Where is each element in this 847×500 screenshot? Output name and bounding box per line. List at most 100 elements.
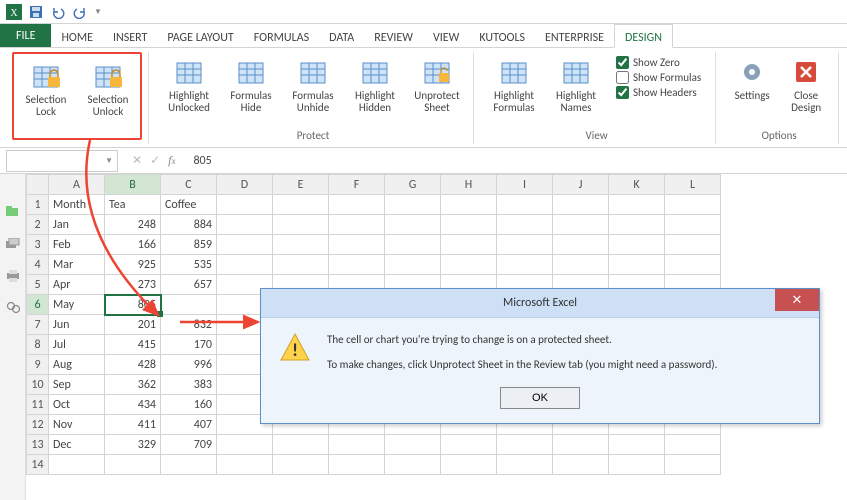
tab-data[interactable]: DATA [319, 24, 364, 47]
qat-dropdown-icon[interactable]: ▼ [94, 7, 102, 17]
ribbon-selection-lock-button[interactable]: SelectionLock [16, 56, 76, 120]
cell-H1[interactable] [441, 195, 497, 215]
cell-F1[interactable] [329, 195, 385, 215]
cell-A7[interactable]: Jun [49, 315, 105, 335]
cell-G14[interactable] [385, 455, 441, 475]
col-header-J[interactable]: J [553, 175, 609, 195]
tab-home[interactable]: HOME [51, 24, 103, 47]
cell-A10[interactable]: Sep [49, 375, 105, 395]
cell-J2[interactable] [553, 215, 609, 235]
cell-C7[interactable]: 832 [161, 315, 217, 335]
cell-C3[interactable]: 859 [161, 235, 217, 255]
dialog-titlebar[interactable]: Microsoft Excel ✕ [261, 289, 819, 317]
cell-G3[interactable] [385, 235, 441, 255]
row-header-12[interactable]: 12 [27, 415, 49, 435]
col-header-K[interactable]: K [609, 175, 665, 195]
row-header-14[interactable]: 14 [27, 455, 49, 475]
row-header-3[interactable]: 3 [27, 235, 49, 255]
cell-D3[interactable] [217, 235, 273, 255]
tab-kutools[interactable]: KUTOOLS [469, 24, 535, 47]
cell-G2[interactable] [385, 215, 441, 235]
cell-A1[interactable]: Month [49, 195, 105, 215]
cell-J1[interactable] [553, 195, 609, 215]
cell-A3[interactable]: Feb [49, 235, 105, 255]
cell-K2[interactable] [609, 215, 665, 235]
cell-J14[interactable] [553, 455, 609, 475]
cell-C6[interactable] [161, 295, 217, 315]
row-header-2[interactable]: 2 [27, 215, 49, 235]
cell-C14[interactable] [161, 455, 217, 475]
cell-E14[interactable] [273, 455, 329, 475]
checkbox[interactable] [616, 86, 629, 99]
cell-C11[interactable]: 160 [161, 395, 217, 415]
select-all-corner[interactable] [27, 175, 49, 195]
check-show-formulas[interactable]: Show Formulas [616, 71, 701, 84]
cell-B5[interactable]: 273 [105, 275, 161, 295]
cell-G4[interactable] [385, 255, 441, 275]
row-header-6[interactable]: 6 [27, 295, 49, 315]
cell-L14[interactable] [665, 455, 721, 475]
cell-F14[interactable] [329, 455, 385, 475]
row-header-4[interactable]: 4 [27, 255, 49, 275]
row-header-7[interactable]: 7 [27, 315, 49, 335]
col-header-I[interactable]: I [497, 175, 553, 195]
ribbon-selection-unlock-button[interactable]: SelectionUnlock [78, 56, 138, 120]
redo-icon[interactable] [72, 4, 88, 20]
ribbon-close-design-button[interactable]: CloseDesign [780, 52, 832, 116]
cell-I4[interactable] [497, 255, 553, 275]
cell-G13[interactable] [385, 435, 441, 455]
cell-B9[interactable]: 428 [105, 355, 161, 375]
ribbon-unprotect-sheet-button[interactable]: UnprotectSheet [407, 52, 467, 116]
tab-file[interactable]: FILE [0, 24, 51, 47]
cell-J13[interactable] [553, 435, 609, 455]
check-show-zero[interactable]: Show Zero [616, 56, 701, 69]
col-header-G[interactable]: G [385, 175, 441, 195]
cell-B7[interactable]: 201 [105, 315, 161, 335]
cell-L3[interactable] [665, 235, 721, 255]
cell-I13[interactable] [497, 435, 553, 455]
cell-F3[interactable] [329, 235, 385, 255]
col-header-A[interactable]: A [49, 175, 105, 195]
cell-K4[interactable] [609, 255, 665, 275]
cell-A8[interactable]: Jul [49, 335, 105, 355]
cell-H13[interactable] [441, 435, 497, 455]
cell-E3[interactable] [273, 235, 329, 255]
name-box[interactable]: ▼ [6, 150, 118, 172]
cell-E4[interactable] [273, 255, 329, 275]
cell-B13[interactable]: 329 [105, 435, 161, 455]
cell-I2[interactable] [497, 215, 553, 235]
cell-H3[interactable] [441, 235, 497, 255]
cell-H14[interactable] [441, 455, 497, 475]
cell-F13[interactable] [329, 435, 385, 455]
cell-D14[interactable] [217, 455, 273, 475]
cancel-icon[interactable]: ✕ [132, 153, 142, 168]
col-header-H[interactable]: H [441, 175, 497, 195]
cell-A5[interactable]: Apr [49, 275, 105, 295]
tab-formulas[interactable]: FORMULAS [244, 24, 319, 47]
ok-button[interactable]: OK [500, 387, 580, 409]
sidetool-print-icon[interactable] [5, 268, 21, 284]
cell-B3[interactable]: 166 [105, 235, 161, 255]
col-header-E[interactable]: E [273, 175, 329, 195]
row-header-5[interactable]: 5 [27, 275, 49, 295]
cell-C4[interactable]: 535 [161, 255, 217, 275]
chevron-down-icon[interactable]: ▼ [105, 156, 113, 166]
ribbon-formulas-hide-button[interactable]: FormulasHide [221, 52, 281, 116]
col-header-D[interactable]: D [217, 175, 273, 195]
row-header-1[interactable]: 1 [27, 195, 49, 215]
cell-A6[interactable]: May [49, 295, 105, 315]
cell-E13[interactable] [273, 435, 329, 455]
cell-C12[interactable]: 407 [161, 415, 217, 435]
checkbox[interactable] [616, 56, 629, 69]
sidetool-tab-icon[interactable] [5, 204, 21, 220]
cell-C10[interactable]: 383 [161, 375, 217, 395]
cell-F2[interactable] [329, 215, 385, 235]
cell-A11[interactable]: Oct [49, 395, 105, 415]
cell-L4[interactable] [665, 255, 721, 275]
cell-A13[interactable]: Dec [49, 435, 105, 455]
check-show-headers[interactable]: Show Headers [616, 86, 701, 99]
row-header-9[interactable]: 9 [27, 355, 49, 375]
row-header-13[interactable]: 13 [27, 435, 49, 455]
row-header-8[interactable]: 8 [27, 335, 49, 355]
sidetool-layers-icon[interactable] [5, 236, 21, 252]
